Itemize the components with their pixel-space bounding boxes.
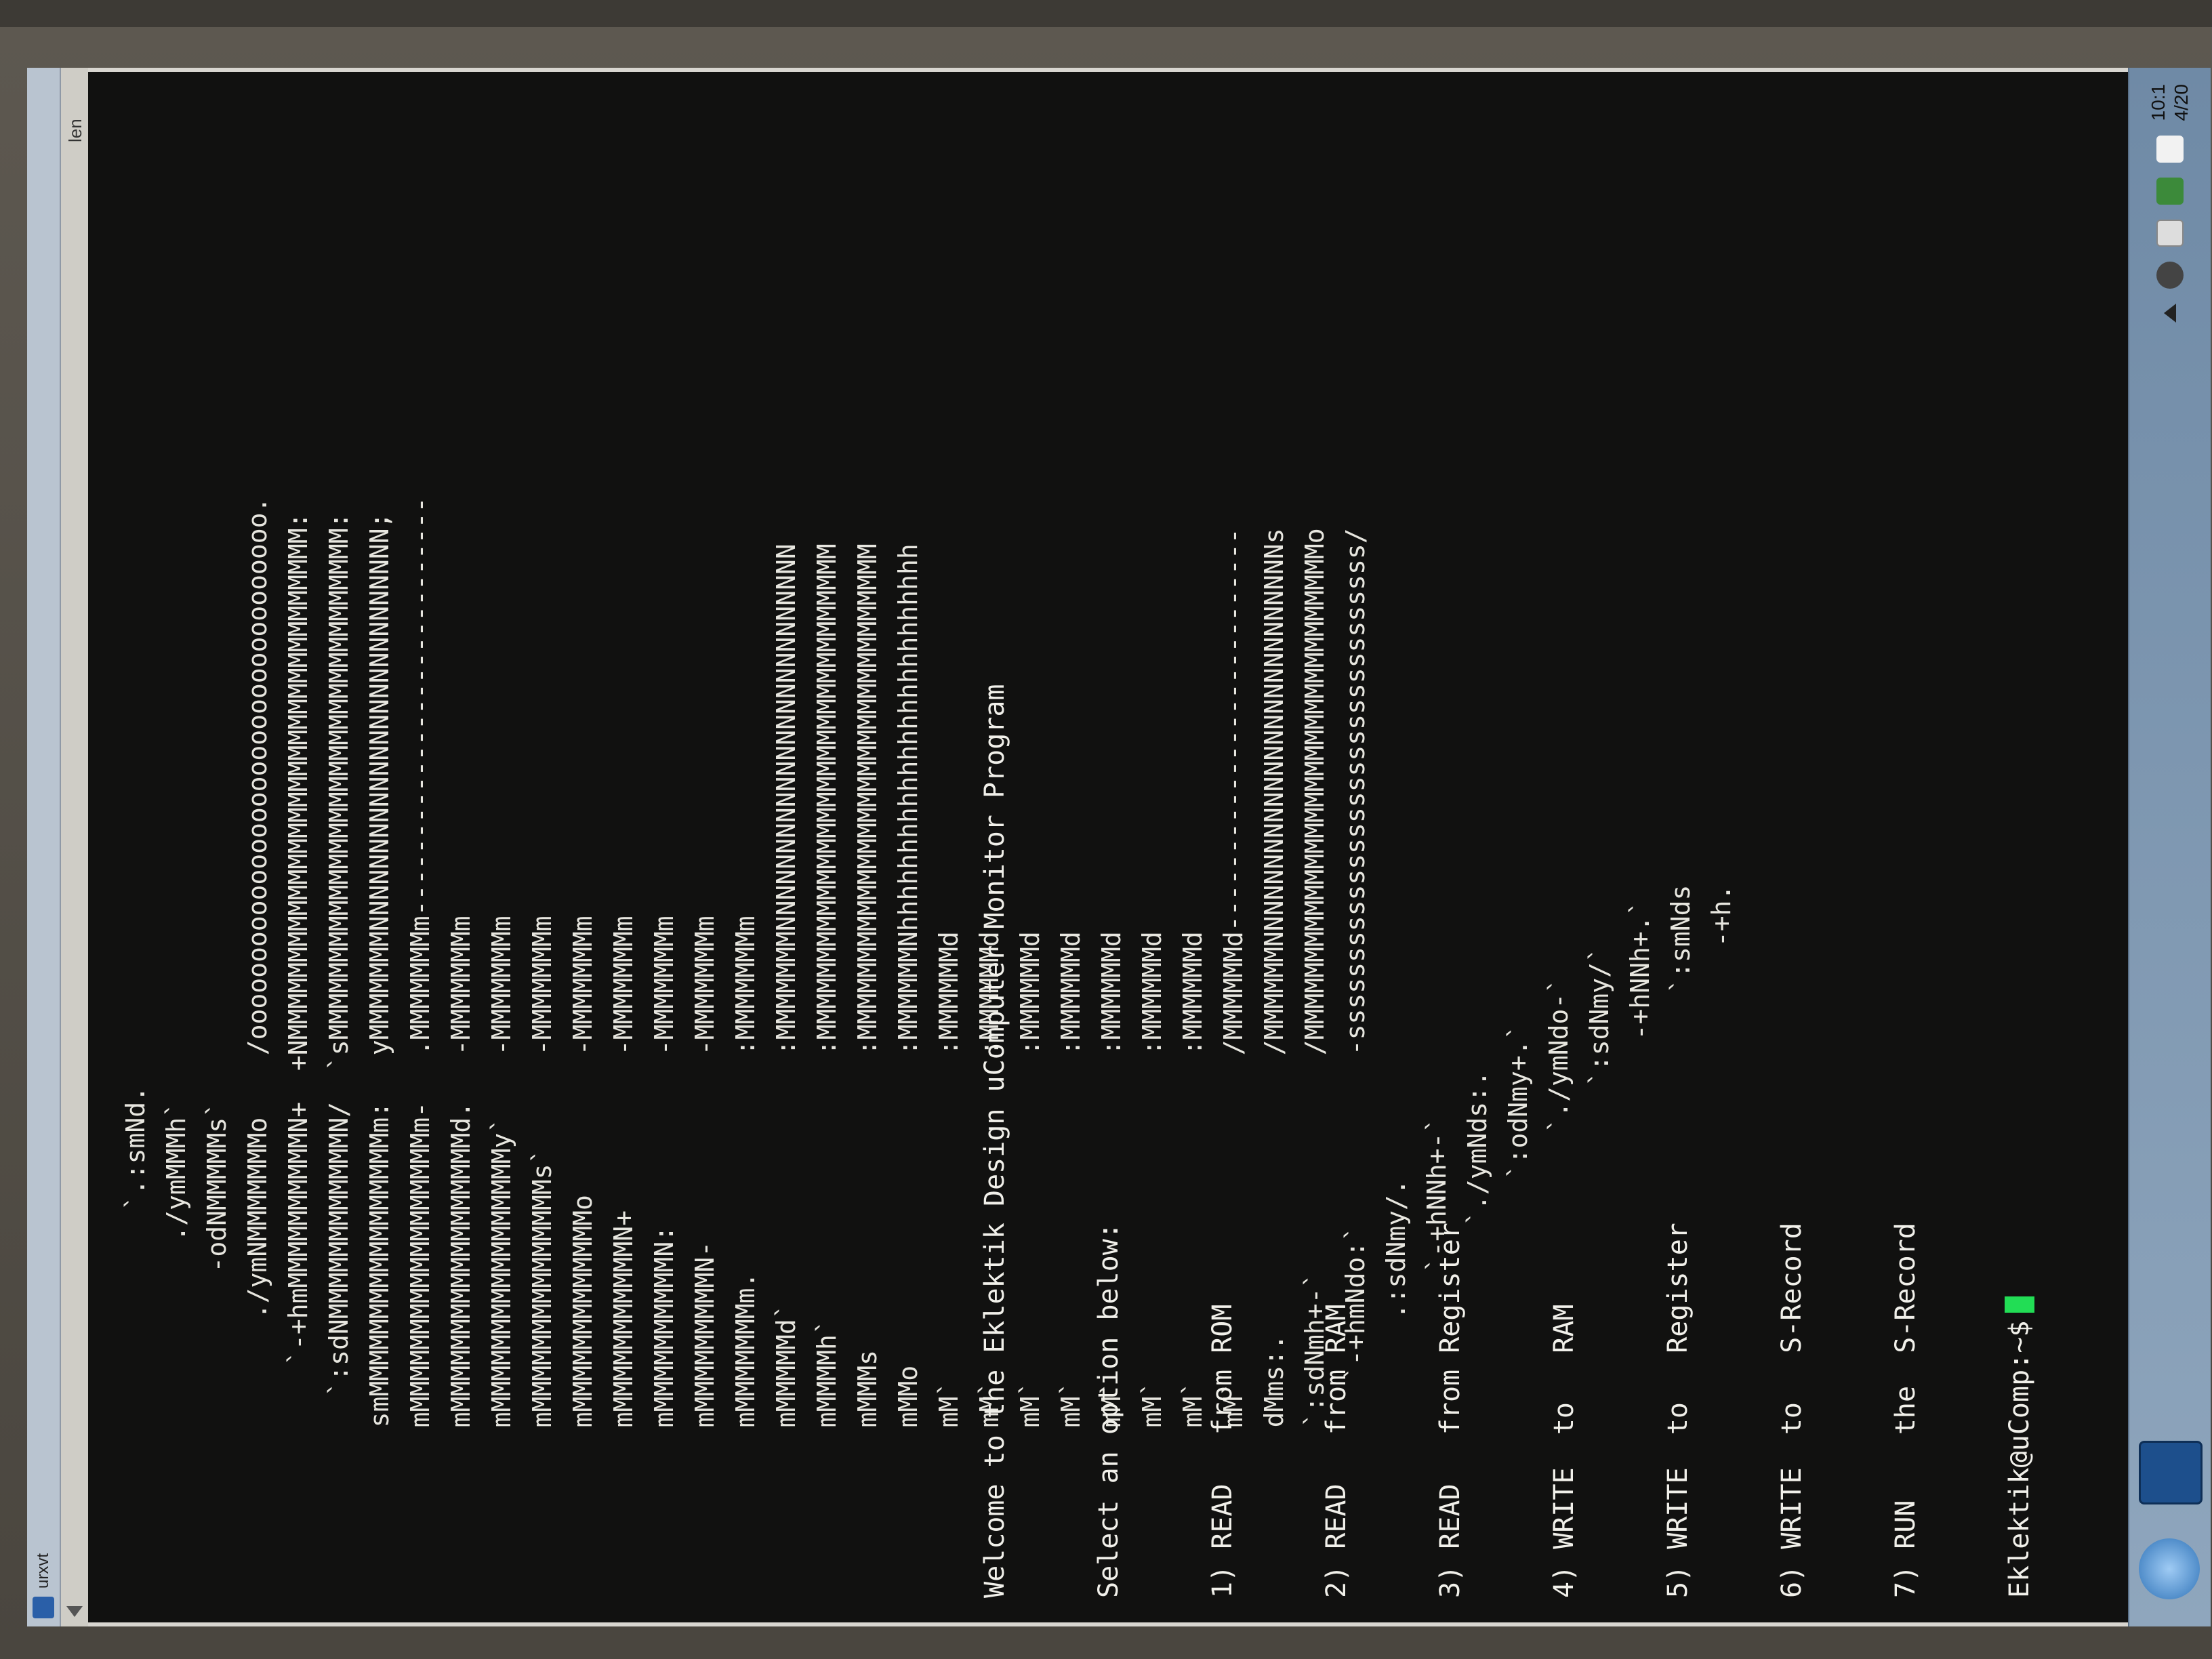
volume-icon[interactable]	[2156, 262, 2184, 289]
start-button[interactable]	[2139, 1538, 2200, 1599]
clock-date: 4/20	[2171, 84, 2192, 121]
taskbar-app-button[interactable]	[2139, 1441, 2203, 1504]
menu-option-write-srecord: 6) WRITE to S-Record	[1776, 1223, 1807, 1598]
terminal-icon	[33, 1597, 54, 1618]
window-titlebar[interactable]: urxvt	[27, 68, 61, 1626]
shell-prompt-line[interactable]: Eklektik@uComp:~$	[2001, 684, 2039, 1598]
select-prompt-text: Select an option below:	[1093, 1223, 1124, 1598]
welcome-text: Welcome to the Eklektik Design uComputer…	[979, 684, 1010, 1598]
menu-option-read-rom: 1) READ from ROM	[1207, 1304, 1238, 1598]
monitor-menu: Welcome to the Eklektik Design uComputer…	[900, 684, 2114, 1598]
terminal-cursor	[2005, 1296, 2034, 1313]
taskbar: 10:1 4/20	[2128, 68, 2211, 1626]
menu-option-read-register: 3) READ from Register	[1435, 1223, 1466, 1598]
show-hidden-icons-icon[interactable]	[2164, 304, 2176, 323]
side-panel: len	[61, 68, 88, 1626]
shell-prompt: Eklektik@uComp:~$	[2004, 1320, 2035, 1598]
action-center-flag-icon[interactable]	[2156, 136, 2184, 163]
window-title: urxvt	[34, 1553, 52, 1589]
desk-background	[0, 0, 2212, 27]
monitor-screen: urxvt `.:smNd. ./ymMMMh` -odNMMMMMs` ./y…	[27, 68, 2211, 1626]
menu-option-write-ram: 4) WRITE to RAM	[1549, 1304, 1580, 1598]
terminal-area[interactable]: `.:smNd. ./ymMMMh` -odNMMMMMs` ./ymNMMMM…	[61, 72, 2128, 1622]
scroll-left-arrow-icon[interactable]	[66, 1606, 83, 1617]
menu-option-write-register: 5) WRITE to Register	[1662, 1223, 1694, 1598]
network-icon[interactable]	[2156, 178, 2184, 205]
taskbar-clock[interactable]: 10:1 4/20	[2147, 84, 2193, 121]
side-label: len	[65, 119, 85, 142]
power-icon[interactable]	[2156, 220, 2184, 247]
terminal-window: urxvt `.:smNd. ./ymMMMh` -odNMMMMMs` ./y…	[27, 68, 2211, 1626]
menu-option-run-srecord: 7) RUN the S-Record	[1890, 1223, 1921, 1598]
menu-option-read-ram: 2) READ from RAM	[1321, 1304, 1352, 1598]
clock-time: 10:1	[2148, 84, 2169, 121]
system-tray: 10:1 4/20	[2140, 84, 2200, 323]
